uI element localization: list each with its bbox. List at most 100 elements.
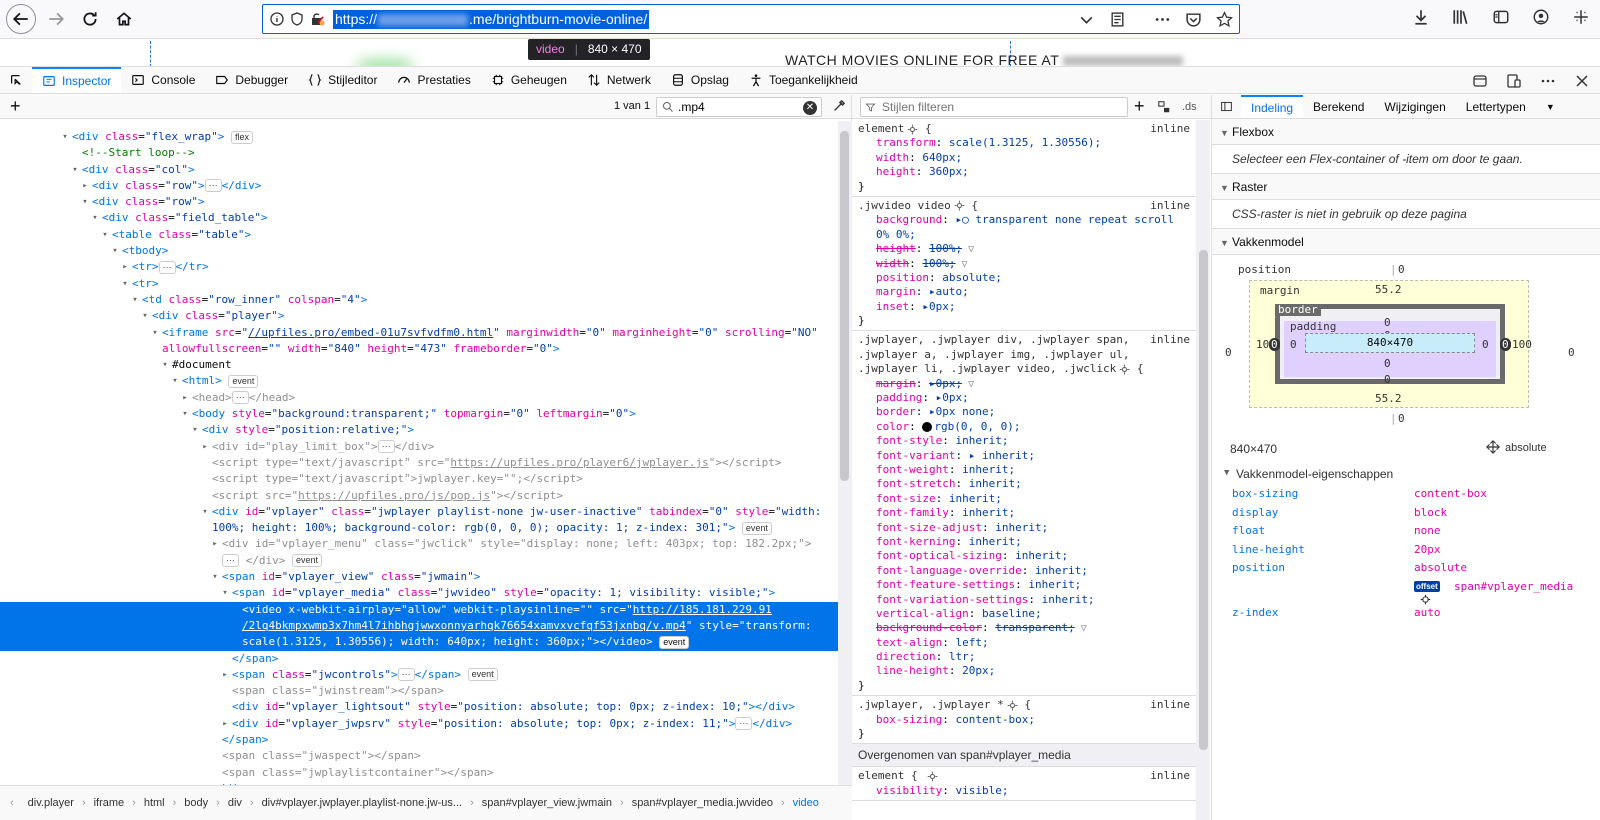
tree-node[interactable]: ▾ <iframe src="//upfiles.pro/embed-01u7sv… [0,325,838,358]
rule-declaration[interactable]: color: rgb(0, 0, 0); [858,420,1190,434]
rule-declaration[interactable]: font-style: inherit; [858,434,1190,448]
tree-node[interactable]: ▾ <table class="table"> [0,227,838,243]
rule-declaration[interactable]: visibility: visible; [858,784,1190,798]
position-left[interactable]: 0 [1225,346,1232,359]
rule-selector[interactable]: element { [858,769,1190,783]
rule-declaration[interactable]: inset: ▸0px; [858,300,1190,314]
padding-bottom[interactable]: 0 [1384,357,1391,370]
add-rule-button[interactable]: + [1134,96,1145,117]
extensions-grid-icon[interactable] [1572,8,1590,26]
gear-icon[interactable] [954,200,965,211]
rule-selector[interactable]: .jwplayer a, .jwplayer img, .jwplayer ul… [858,348,1190,362]
tree-node[interactable]: ▾ <div id="vplayer" class="jwplayer playl… [0,504,838,537]
rule-selector[interactable]: .jwplayer li, .jwplayer video, .jwclick … [858,362,1190,376]
border-right[interactable]: 0 [1500,338,1511,351]
filter-icon[interactable]: ▽ [1075,623,1087,634]
breadcrumb-item[interactable]: div#vplayer.jwplayer.playlist-none.jw-us… [254,797,471,809]
forward-button[interactable] [42,5,70,33]
tree-node[interactable]: ▸ <div id="vplayer_menu" class="jwclick" … [0,536,838,569]
rule-declaration[interactable]: font-variation-settings: inherit; [858,593,1190,607]
rule-declaration[interactable]: background-color: transparent; ▽ [858,621,1190,635]
rule-declaration[interactable]: 0% 0%; [858,228,1190,242]
rule-declaration[interactable]: width: 100%; ▽ [858,257,1190,271]
rule-declaration[interactable]: margin: ▸auto; [858,285,1190,299]
border-bottom[interactable]: 0 [1384,373,1391,386]
rules-filter-box[interactable] [860,97,1128,117]
collapse-twisty-icon[interactable]: ▾ [210,569,220,585]
tab-stijleditor[interactable]: Stijleditor [298,67,387,93]
tree-node[interactable]: ▾ <div class="col"> [0,162,838,178]
rules-filter-input[interactable] [882,100,1102,114]
sidebar-tab-lettertypen[interactable]: Lettertypen [1456,95,1536,118]
breadcrumb-item[interactable]: iframe [86,797,133,809]
rules-scrollbar[interactable] [1196,120,1210,820]
rule-declaration[interactable]: transform: scale(1.3125, 1.30556); [858,136,1190,150]
tree-node[interactable]: ▸ <tr> ··· </tr> [0,259,838,275]
toggle-classes-icon[interactable] [1157,100,1171,114]
tabs-overflow-icon[interactable]: ▼ [1536,95,1565,118]
rule-declaration[interactable]: font-family: inherit; [858,506,1190,520]
breadcrumb-scroll-left-icon[interactable]: ‹ [0,797,20,809]
sidebar-tab-indeling[interactable]: Indeling [1241,95,1304,118]
offset-badge[interactable]: offset [1414,580,1440,592]
rule-declaration[interactable]: font-variant: ▸ inherit; [858,449,1190,463]
rule-selector[interactable]: element { [858,122,1190,136]
rules-scroll-thumb[interactable] [1199,250,1208,750]
rule-source[interactable]: inline [1150,333,1190,346]
tree-node[interactable]: <script type="text/javascript">jwplayer.… [0,471,838,487]
color-swatch[interactable] [922,421,933,432]
rule-source[interactable]: inline [1150,199,1190,212]
account-icon[interactable] [1532,8,1550,26]
breadcrumb-item[interactable]: span#vplayer_view.jwmain [474,797,620,809]
border-left[interactable]: 0 [1269,338,1280,351]
element-picker-button[interactable] [0,67,32,93]
tree-node[interactable]: ▸ <head> ··· </head> [0,390,838,406]
tree-node[interactable]: <script type="text/javascript" src="http… [0,455,838,471]
tree-node[interactable]: </span> [0,651,838,667]
rule-declaration[interactable]: padding: ▸0px; [858,391,1190,405]
tree-node[interactable]: <div id="vplayer_lightsout" style="posit… [0,699,838,715]
bookmark-star-icon[interactable] [1216,11,1233,28]
content-size[interactable]: 840×470 [1367,336,1413,349]
tree-node[interactable]: ▾ <div style="position:relative;"> [0,422,838,438]
border-top[interactable]: 0 [1384,329,1391,342]
collapse-twisty-icon[interactable]: ▾ [180,406,190,422]
padding-left[interactable]: 0 [1290,338,1297,351]
tree-node[interactable]: ▾ <span id="vplayer_media" class="jwvideo… [0,585,838,601]
breadcrumb-item[interactable]: div.player [20,797,82,809]
rule-source[interactable]: inline [1150,769,1190,782]
position-bottom[interactable]: 0 [1398,412,1405,425]
tree-node[interactable]: <!--Start loop--> [0,145,838,161]
margin-right[interactable]: 100 [1512,338,1532,351]
rule-declaration[interactable]: margin: ▸0px; ▽ [858,377,1190,391]
padding-right[interactable]: 0 [1482,338,1489,351]
tree-node[interactable]: ▾ <html> event [0,373,838,389]
rule-declaration[interactable]: font-language-override: inherit; [858,564,1190,578]
rule-declaration[interactable]: font-optical-sizing: inherit; [858,549,1190,563]
position-right[interactable]: 0 [1568,346,1575,359]
tree-node[interactable]: </span> [0,732,838,748]
dock-layout-icon[interactable] [1472,73,1488,89]
library-icon[interactable] [1452,8,1470,26]
tab-inspector[interactable]: Inspector [32,67,122,93]
collapse-twisty-icon[interactable]: ▾ [60,129,70,145]
collapse-twisty-icon[interactable]: ▾ [130,292,140,308]
tree-node[interactable]: ▾ <div class="player"> [0,308,838,324]
expand-twisty-icon[interactable]: ▸ [210,536,220,552]
breadcrumb-item[interactable]: video [785,797,827,809]
eyedropper-icon[interactable] [832,99,846,113]
boxmodel-props-title[interactable]: Vakkenmodel-eigenschappen [1236,467,1393,481]
tree-node[interactable]: ▾ <span id="vplayer_view" class="jwmain"> [0,569,838,585]
rule-declaration[interactable]: font-size-adjust: inherit; [858,521,1190,535]
url-text[interactable]: https:// .me/brightburn-movie-online/ [333,9,650,29]
more-actions-icon[interactable] [1154,11,1171,28]
tree-node[interactable]: ▾ <body style="background:transparent;" t… [0,406,838,422]
tab-netwerk[interactable]: Netwerk [577,67,661,93]
grid-accordion[interactable]: ▼ Raster [1212,174,1600,200]
collapse-twisty-icon[interactable]: ▾ [100,227,110,243]
expand-twisty-icon[interactable]: ▸ [220,716,230,732]
tree-node[interactable]: <script src="https://upfiles.pro/js/pop.… [0,488,838,504]
rule-selector[interactable]: .jwvideo video { [858,199,1190,213]
collapse-twisty-icon[interactable]: ▾ [220,585,230,601]
rule-declaration[interactable]: font-kerning: inherit; [858,535,1190,549]
